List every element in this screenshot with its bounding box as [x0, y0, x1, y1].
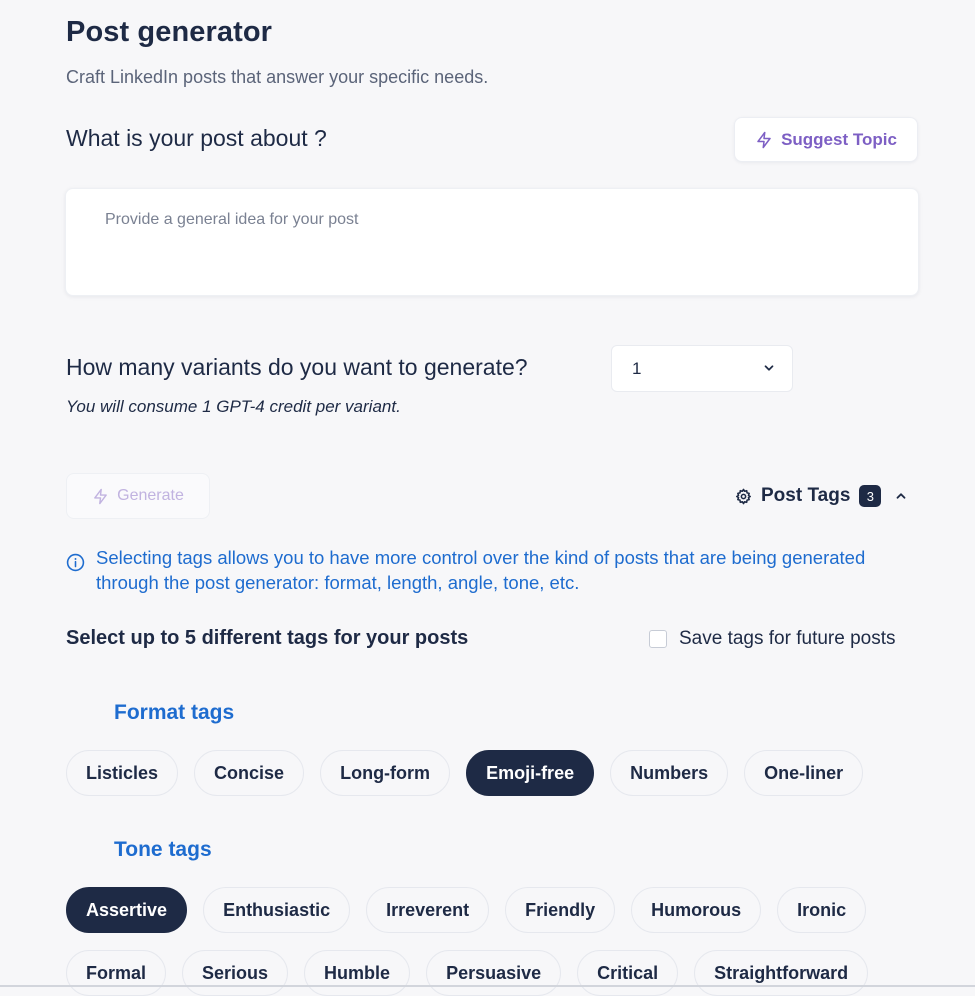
tag-chip-formal[interactable]: Formal: [66, 950, 167, 996]
post-tags-label: Post Tags: [761, 485, 851, 506]
lightning-icon: [94, 488, 108, 504]
tags-info-text: Selecting tags allows you to have more c…: [96, 547, 866, 593]
tag-chip-ironic[interactable]: Ironic: [777, 887, 867, 933]
post-tags-toggle[interactable]: Post Tags 3: [735, 483, 908, 509]
format-tags-title: Format tags: [114, 701, 235, 724]
suggest-topic-label: Suggest Topic: [781, 129, 897, 149]
chevron-down-icon: [764, 365, 774, 371]
tag-chip-straightforward[interactable]: Straightforward: [694, 950, 869, 996]
info-icon: [66, 553, 85, 572]
save-tags-checkbox-row[interactable]: Save tags for future posts: [649, 628, 896, 650]
tag-chip-humorous[interactable]: Humorous: [631, 887, 762, 933]
tag-chip-critical[interactable]: Critical: [577, 950, 679, 996]
generate-button[interactable]: Generate: [66, 473, 210, 519]
save-tags-checkbox[interactable]: [649, 630, 667, 648]
tag-chip-enthusiastic[interactable]: Enthusiastic: [203, 887, 351, 933]
credit-note: You will consume 1 GPT-4 credit per vari…: [66, 397, 401, 416]
tag-chip-emoji-free[interactable]: Emoji-free: [466, 750, 595, 796]
topic-question: What is your post about ?: [66, 125, 327, 151]
topic-placeholder: Provide a general idea for your post: [105, 211, 359, 228]
tag-chip-assertive[interactable]: Assertive: [66, 887, 188, 933]
tag-chip-humble[interactable]: Humble: [304, 950, 411, 996]
generate-label: Generate: [117, 487, 184, 504]
tone-tags-title: Tone tags: [114, 838, 212, 861]
tag-chip-numbers[interactable]: Numbers: [610, 750, 729, 796]
post-generator-page: Post generator Craft LinkedIn posts that…: [0, 0, 975, 996]
suggest-topic-button[interactable]: Suggest Topic: [734, 117, 918, 162]
format-tags-row: Listicles Concise Long-form Emoji-free Numbe…: [66, 750, 864, 796]
tag-chip-persuasive[interactable]: Persuasive: [426, 950, 562, 996]
tone-tags-row-1: Assertive Enthusiastic Irreverent Friendly H…: [66, 887, 867, 933]
tags-select-title: Select up to 5 different tags for your p…: [66, 627, 469, 649]
lightning-icon: [757, 131, 771, 148]
topic-textarea[interactable]: Provide a general idea for your post: [65, 188, 919, 296]
tag-chip-irreverent[interactable]: Irreverent: [366, 887, 490, 933]
gear-icon: [735, 488, 752, 504]
tag-chip-long-form[interactable]: Long-form: [320, 750, 451, 796]
page-title: Post generator: [66, 16, 273, 48]
tag-chip-listicles[interactable]: Listicles: [66, 750, 179, 796]
variants-question: How many variants do you want to generat…: [66, 354, 528, 380]
page-subtitle: Craft LinkedIn posts that answer your sp…: [66, 67, 489, 87]
variants-select[interactable]: 1: [611, 345, 793, 392]
tone-tags-row-2: Formal Serious Humble Persuasive Critical Str…: [66, 950, 869, 996]
tag-chip-concise[interactable]: Concise: [194, 750, 305, 796]
tag-chip-one-liner[interactable]: One-liner: [744, 750, 864, 796]
post-tags-count-badge: 3: [859, 485, 882, 507]
save-tags-label: Save tags for future posts: [679, 628, 896, 649]
tag-chip-serious[interactable]: Serious: [182, 950, 289, 996]
tag-chip-friendly[interactable]: Friendly: [505, 887, 616, 933]
chevron-up-icon: [896, 493, 906, 499]
variants-selected-value: 1: [632, 359, 642, 378]
